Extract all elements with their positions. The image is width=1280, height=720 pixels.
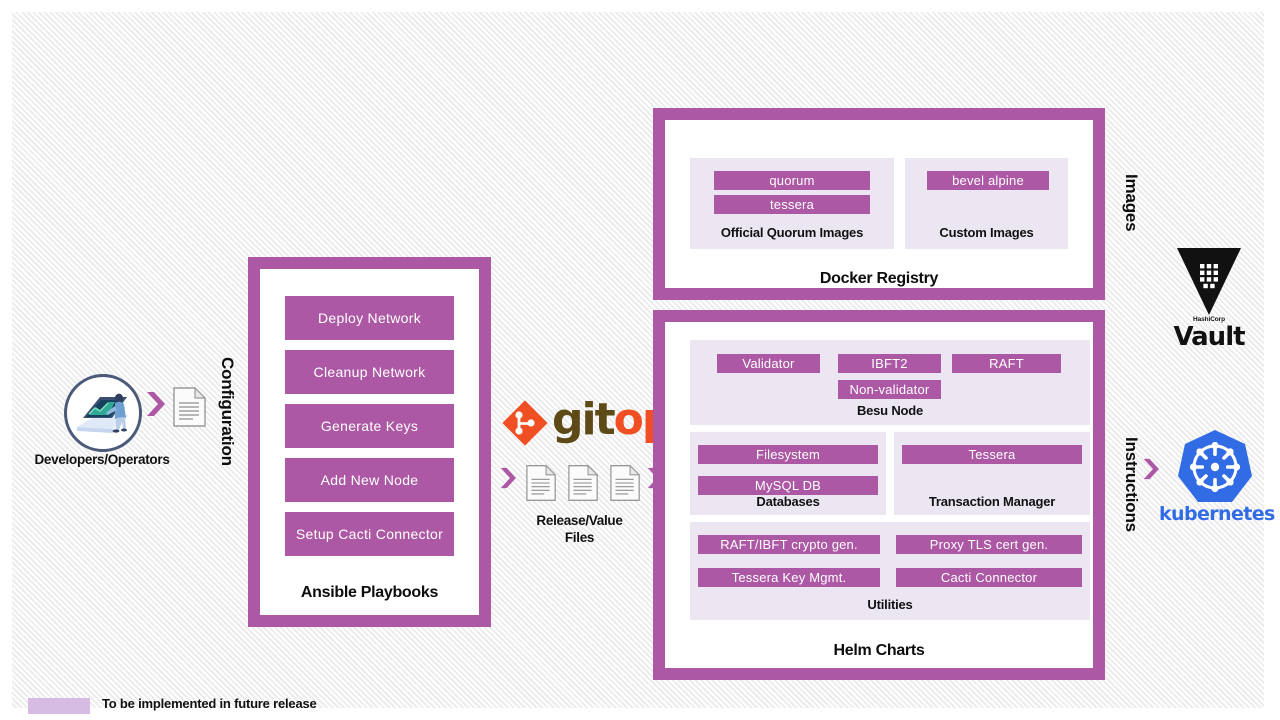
besu-chip-validator[interactable]: Validator xyxy=(717,354,820,373)
custom-images-group: bevel alpine Custom Images xyxy=(905,158,1068,249)
docker-registry-card-label: Docker Registry xyxy=(819,270,939,287)
databases-label: Databases xyxy=(756,494,820,509)
release-value-files-label: Release/Value Files xyxy=(507,512,652,546)
database-chip-filesystem[interactable]: Filesystem xyxy=(698,445,878,464)
utility-chip-cacti-connector[interactable]: Cacti Connector xyxy=(896,568,1082,587)
transaction-manager-label: Transaction Manager xyxy=(928,494,1056,509)
utilities-group: RAFT/IBFT crypto gen. Tessera Key Mgmt. … xyxy=(690,522,1090,620)
transaction-manager-group: Tessera Transaction Manager xyxy=(894,432,1090,515)
besu-chip-raft[interactable]: RAFT xyxy=(952,354,1061,373)
instructions-flow-label: Instructions xyxy=(1122,437,1141,532)
helm-charts-card-label: Helm Charts xyxy=(833,642,925,659)
image-chip-bevel-alpine[interactable]: bevel alpine xyxy=(927,171,1049,190)
official-quorum-images-label: Official Quorum Images xyxy=(720,225,864,240)
custom-images-label: Custom Images xyxy=(939,225,1034,240)
utilities-label: Utilities xyxy=(867,597,913,612)
configuration-file-icon xyxy=(173,386,207,432)
playbook-button-generate-keys[interactable]: Generate Keys xyxy=(285,404,454,448)
diagram-canvas: Developers/Operators Configuration Deplo… xyxy=(12,12,1275,714)
docker-registry-card: quorum tessera Official Quorum Images be… xyxy=(653,108,1105,300)
besu-chip-non-validator[interactable]: Non-validator xyxy=(838,380,941,399)
release-value-file-icon xyxy=(610,464,641,507)
legend-color-swatch xyxy=(28,698,90,714)
images-flow-label: Images xyxy=(1122,174,1141,232)
besu-chip-ibft2[interactable]: IBFT2 xyxy=(838,354,941,373)
databases-group: Filesystem MySQL DB Databases xyxy=(690,432,886,515)
kubernetes-name-label: kubernetes xyxy=(1159,503,1275,525)
developers-operators-label: Developers/Operators xyxy=(34,452,170,467)
legend-label: To be implemented in future release xyxy=(102,696,317,711)
utility-chip-tessera-key-mgmt[interactable]: Tessera Key Mgmt. xyxy=(698,568,880,587)
release-value-file-icon xyxy=(526,464,557,507)
release-value-files-label-line2: Files xyxy=(564,530,595,545)
utility-chip-raft-ibft-crypto-gen[interactable]: RAFT/IBFT crypto gen. xyxy=(698,535,880,554)
release-value-files-label-line1: Release/Value xyxy=(536,513,623,528)
developers-operators-icon xyxy=(64,374,142,452)
database-chip-mysql-db[interactable]: MySQL DB xyxy=(698,476,878,495)
flow-arrow-icon xyxy=(1142,456,1164,487)
vault-name-label: Vault xyxy=(1173,322,1245,352)
helm-charts-card: Validator IBFT2 RAFT Non-validator Besu … xyxy=(653,310,1105,680)
besu-node-group: Validator IBFT2 RAFT Non-validator Besu … xyxy=(690,340,1090,425)
hashicorp-vault-logo: HashiCorp Vault xyxy=(1164,248,1254,357)
kubernetes-helm-wheel-icon xyxy=(1178,430,1252,502)
gitops-logo: gitops xyxy=(502,394,698,446)
release-value-file-icon xyxy=(568,464,599,507)
transaction-manager-chip-tessera[interactable]: Tessera xyxy=(902,445,1082,464)
playbook-button-setup-cacti-connector[interactable]: Setup Cacti Connector xyxy=(285,512,454,556)
playbook-button-add-new-node[interactable]: Add New Node xyxy=(285,458,454,502)
image-chip-tessera[interactable]: tessera xyxy=(714,195,870,214)
flow-arrow-icon xyxy=(145,390,171,423)
kubernetes-logo: kubernetes xyxy=(1159,427,1275,537)
playbook-button-cleanup-network[interactable]: Cleanup Network xyxy=(285,350,454,394)
playbook-button-deploy-network[interactable]: Deploy Network xyxy=(285,296,454,340)
besu-node-label: Besu Node xyxy=(856,403,924,418)
gitops-mark-icon xyxy=(502,400,548,446)
configuration-flow-label: Configuration xyxy=(218,357,237,466)
official-quorum-images-group: quorum tessera Official Quorum Images xyxy=(690,158,894,249)
developer-at-laptop-illustration xyxy=(77,393,129,433)
image-chip-quorum[interactable]: quorum xyxy=(714,171,870,190)
ansible-playbooks-card: Deploy Network Cleanup Network Generate … xyxy=(248,257,491,627)
gitops-word-git: git xyxy=(552,394,616,445)
utility-chip-proxy-tls-cert-gen[interactable]: Proxy TLS cert gen. xyxy=(896,535,1082,554)
flow-arrow-icon xyxy=(499,465,521,496)
ansible-playbooks-card-label: Ansible Playbooks xyxy=(300,584,439,601)
vault-logo-icon xyxy=(1177,248,1241,315)
